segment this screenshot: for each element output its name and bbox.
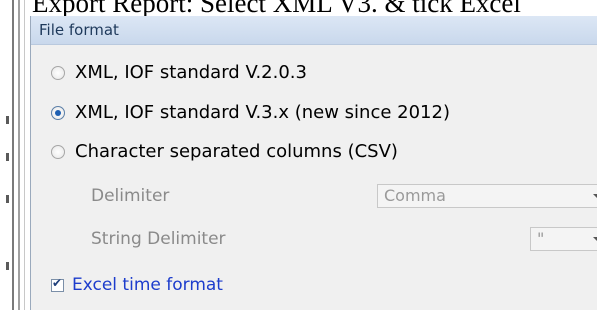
chevron-down-icon (593, 194, 597, 198)
string-delimiter-label: String Delimiter (91, 229, 226, 249)
delimiter-value: Comma (384, 186, 446, 205)
edge-mark (6, 153, 9, 161)
chevron-down-icon (593, 237, 597, 241)
checkbox-checked-icon[interactable] (51, 276, 64, 292)
delimiter-dropdown[interactable]: Comma (377, 184, 597, 208)
edge-line (12, 0, 14, 310)
edge-line (24, 0, 25, 310)
checkbox-label: Excel time format (72, 275, 223, 295)
radio-xml-v3[interactable]: XML, IOF standard V.3.x (new since 2012) (51, 102, 450, 123)
delimiter-label: Delimiter (91, 186, 170, 206)
string-delimiter-dropdown[interactable]: " (530, 227, 597, 251)
edge-mark (6, 262, 9, 270)
edge-mark (6, 116, 9, 124)
file-format-group: File format XML, IOF standard V.2.0.3 XM… (30, 16, 597, 310)
edge-mark (6, 195, 9, 203)
string-delimiter-value: " (537, 229, 545, 248)
group-title: File format (31, 16, 597, 45)
radio-label: XML, IOF standard V.2.0.3 (75, 62, 307, 83)
radio-button-icon[interactable] (51, 144, 65, 159)
radio-xml-v2[interactable]: XML, IOF standard V.2.0.3 (51, 62, 307, 83)
radio-label: XML, IOF standard V.3.x (new since 2012) (75, 102, 450, 123)
radio-csv[interactable]: Character separated columns (CSV) (51, 141, 398, 162)
edge-line (18, 0, 20, 310)
window-edge (0, 0, 30, 310)
radio-button-selected-icon[interactable] (51, 105, 65, 120)
radio-button-icon[interactable] (51, 65, 65, 80)
excel-time-format-checkbox[interactable]: Excel time format (51, 275, 223, 295)
radio-label: Character separated columns (CSV) (75, 141, 398, 162)
